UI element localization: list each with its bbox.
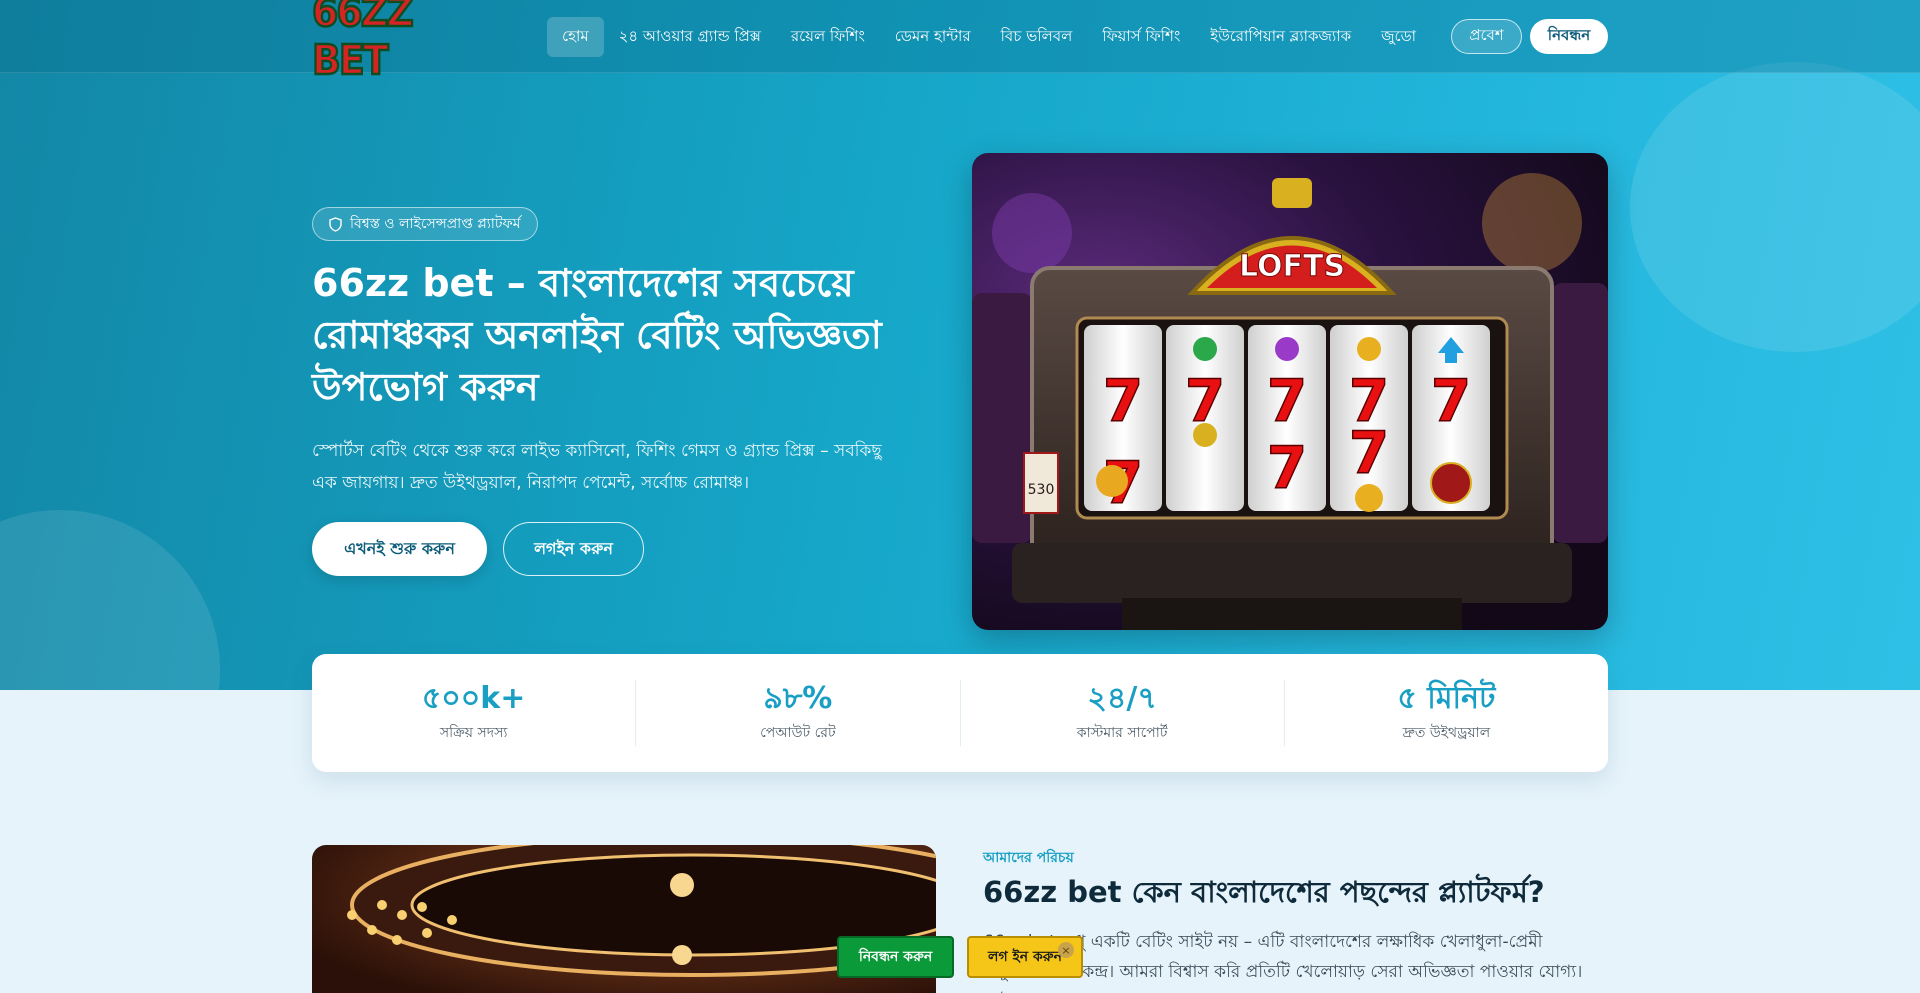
nav-item-beach-volleyball[interactable]: বিচ ভলিবল [986, 17, 1088, 57]
stat-label: সক্রিয় সদস্য [439, 725, 508, 741]
slot-machine-image: LOFTS 77777 777 530 [972, 153, 1608, 630]
nav-item-european-blackjack[interactable]: ইউরোপিয়ান ব্ল্যাকজ্যাক [1195, 17, 1366, 57]
decorative-circle [0, 510, 220, 690]
about-title: 66zz bet কেন বাংলাদেশের পছন্দের প্ল্যাটফ… [983, 875, 1545, 909]
login-button[interactable]: প্রবেশ [1451, 19, 1522, 54]
nav-item-demon-hunter[interactable]: ডেমন হান্টার [880, 17, 986, 57]
stat-active-members: ৫০০k+ সক্রিয় সদস্য [312, 680, 637, 746]
top-navbar: 66ZZ BET হোম ২৪ আওয়ার গ্র্যান্ড প্রিক্স… [0, 0, 1920, 85]
svg-text:7: 7 [1267, 434, 1307, 502]
svg-text:530: 530 [1028, 482, 1055, 498]
site-logo[interactable]: 66ZZ BET [311, 0, 461, 85]
stat-fast-withdrawal: ৫ মিনিট দ্রুত উইথড্রয়াল [1285, 680, 1608, 746]
stat-payout-rate: ৯৮% পেআউট রেট [636, 680, 961, 746]
nav-item-royal-fishing[interactable]: রয়েল ফিশিং [776, 17, 880, 57]
svg-text:7: 7 [1267, 367, 1307, 435]
stat-customer-support: ২৪/৭ কাস্টমার সাপোর্ট [961, 680, 1285, 746]
about-kicker: আমাদের পরিচয় [983, 850, 1074, 866]
main-menu: হোম ২৪ আওয়ার গ্র্যান্ড প্রিক্স রয়েল ফি… [547, 17, 1431, 57]
nav-item-home[interactable]: হোম [547, 17, 604, 57]
nav-item-24h-grand-prix[interactable]: ২৪ আওয়ার গ্র্যান্ড প্রিক্স [604, 17, 776, 57]
stat-label: কাস্টমার সাপোর্ট [1076, 725, 1168, 741]
hero-subtitle: স্পোর্টস বেটিং থেকে শুরু করে লাইভ ক্যাসি… [312, 441, 882, 493]
close-icon[interactable]: × [1058, 942, 1074, 958]
trust-badge: বিশ্বস্ত ও লাইসেন্সপ্রাপ্ত প্ল্যাটফর্ম [312, 207, 538, 241]
svg-text:7: 7 [1431, 367, 1471, 435]
stat-value: ৫০০k+ [421, 681, 526, 716]
decorative-circle [1630, 62, 1920, 352]
stat-value: ৫ মিনিট [1397, 681, 1496, 716]
stat-label: দ্রুত উইথড্রয়াল [1402, 725, 1491, 741]
shield-icon [329, 216, 342, 232]
hero-title: 66zz bet – বাংলাদেশের সবচেয়ে রোমাঞ্চকর … [312, 261, 882, 409]
stat-label: পেআউট রেট [760, 725, 836, 741]
hero-login-button[interactable]: লগইন করুন [503, 522, 644, 576]
svg-text:7: 7 [1349, 419, 1389, 487]
trust-badge-text: বিশ্বস্ত ও লাইসেন্সপ্রাপ্ত প্ল্যাটফর্ম [350, 216, 521, 232]
stat-value: ৯৮% [763, 681, 833, 716]
hero-section: 66ZZ BET হোম ২৪ আওয়ার গ্র্যান্ড প্রিক্স… [0, 0, 1920, 690]
floating-register-button[interactable]: নিবন্ধন করুন [837, 936, 954, 978]
stats-bar: ৫০০k+ সক্রিয় সদস্য ৯৮% পেআউট রেট ২৪/৭ ক… [312, 654, 1608, 772]
register-button[interactable]: নিবন্ধন [1530, 19, 1608, 54]
nav-item-judo[interactable]: জুডো [1366, 17, 1431, 57]
svg-text:LOFTS: LOFTS [1239, 249, 1345, 284]
start-now-button[interactable]: এখনই শুরু করুন [312, 522, 487, 576]
nav-item-fierce-fishing[interactable]: ফিয়ার্স ফিশিং [1087, 17, 1195, 57]
stat-value: ২৪/৭ [1087, 681, 1157, 716]
svg-text:7: 7 [1103, 367, 1143, 435]
